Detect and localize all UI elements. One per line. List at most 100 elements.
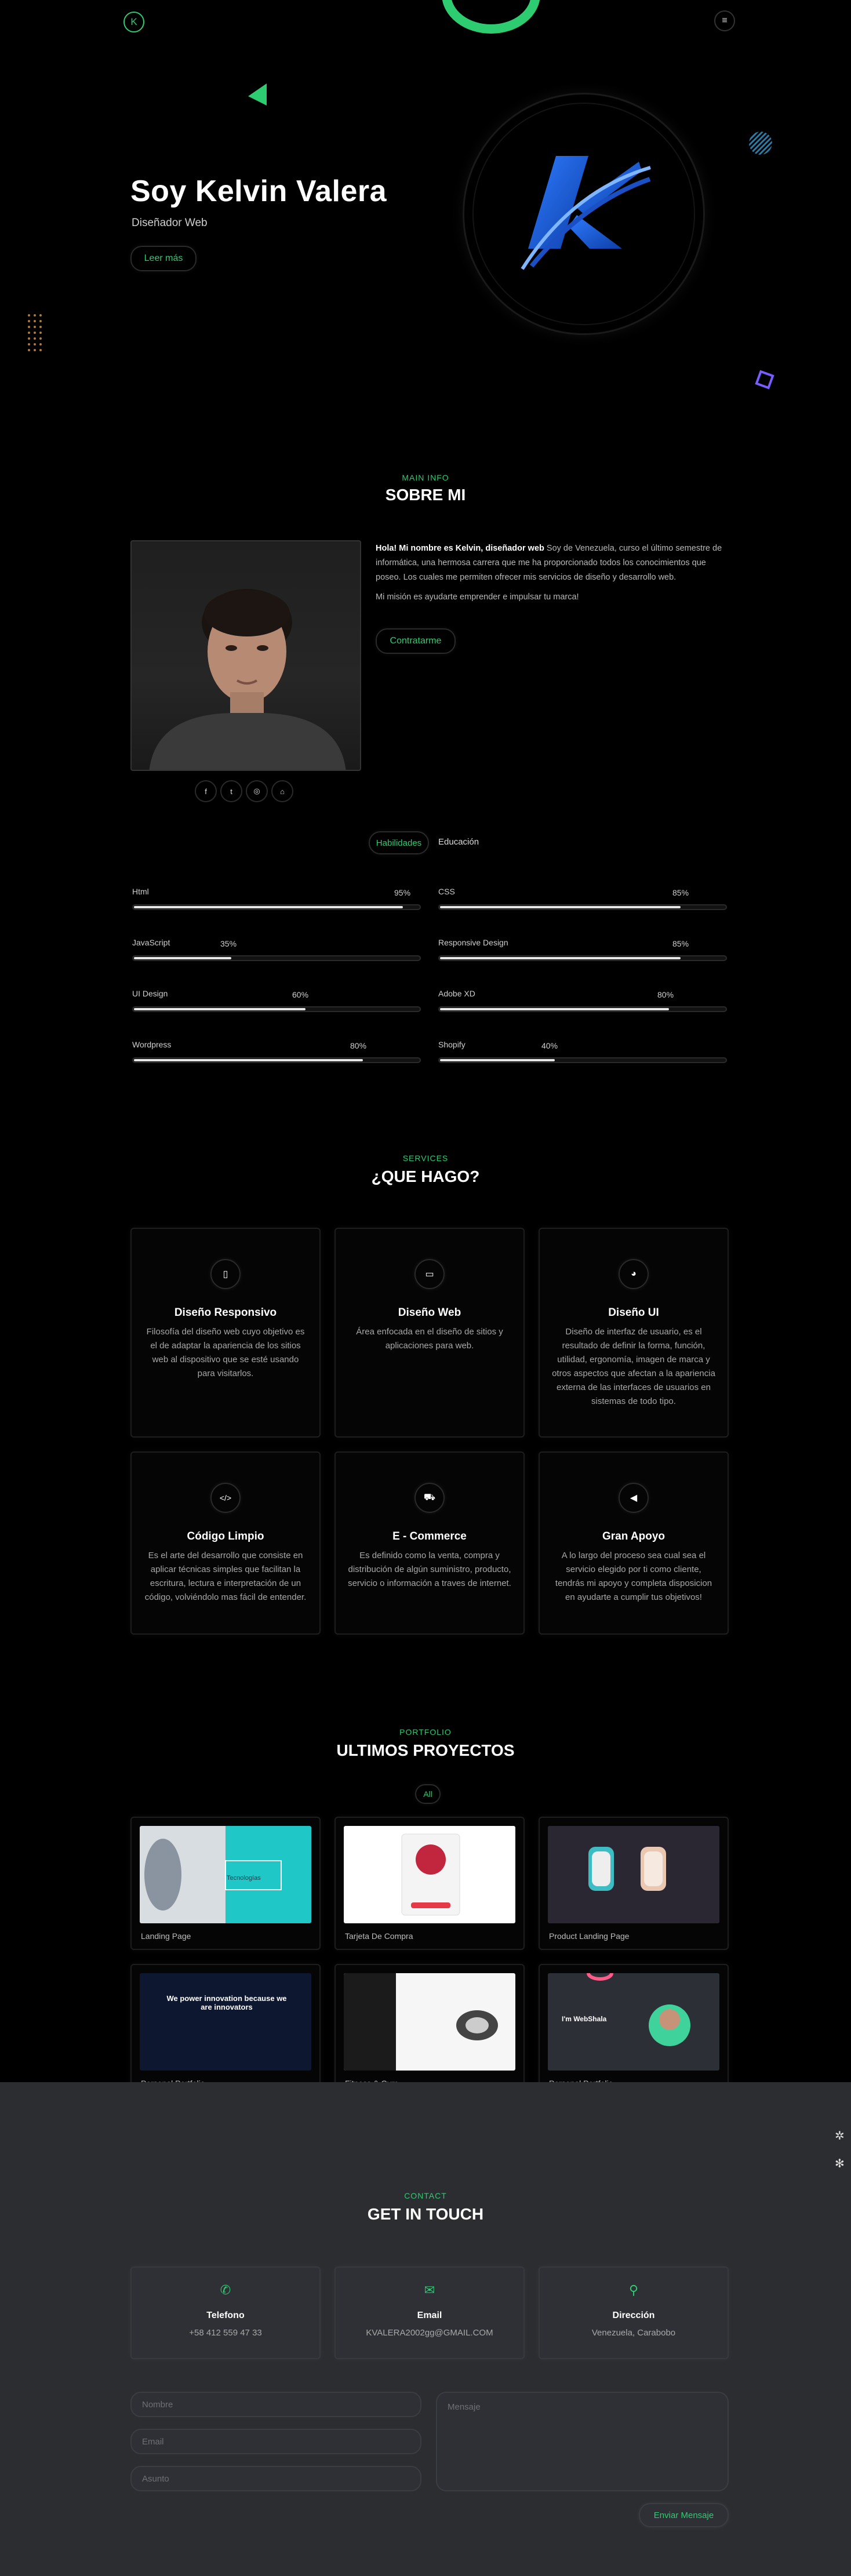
skill-bar	[438, 1006, 727, 1012]
project-card[interactable]: Tarjeta De Compra	[334, 1817, 525, 1950]
portfolio-title: ULTIMOS PROYECTOS	[336, 1741, 515, 1759]
service-title: Diseño UI	[608, 1307, 659, 1319]
service-desc: A lo largo del proceso sea cual sea el s…	[555, 1551, 712, 1602]
filter-all-button[interactable]: All	[415, 1784, 441, 1804]
service-desc: Es el arte del desarrollo que consiste e…	[144, 1551, 307, 1602]
skill-name: Wordpress	[132, 1040, 172, 1049]
menu-icon[interactable]: ≡	[714, 10, 735, 31]
skill-bar-fill	[134, 906, 403, 908]
service-desc: Área enfocada en el diseño de sitios y a…	[356, 1327, 503, 1351]
skill-name: Shopify	[438, 1040, 465, 1049]
skill-bar-fill	[440, 1059, 555, 1061]
services-title: ¿QUE HAGO?	[371, 1167, 480, 1185]
skill-name: CSS	[438, 887, 455, 896]
skill-pct: 80%	[350, 1041, 367, 1050]
facebook-icon[interactable]: f	[195, 780, 217, 802]
about-subtitle: MAIN INFO	[402, 473, 449, 482]
skill-pct: 35%	[220, 939, 237, 948]
send-message-button[interactable]: Enviar Mensaje	[639, 2503, 729, 2527]
about-intro: Hola! Mi nombre es Kelvin, diseñador web…	[376, 541, 725, 585]
contact-card: ✆ Telefono +58 412 559 47 33	[130, 2266, 321, 2359]
skill-name: UI Design	[132, 989, 168, 998]
project-thumb: Tecnologías	[140, 1826, 311, 1923]
skill-name: Adobe XD	[438, 989, 475, 998]
service-card: ◕ Diseño UI Diseño de interfaz de usuari…	[539, 1228, 729, 1438]
skill-pct: 40%	[541, 1041, 558, 1050]
contact-item-title: Email	[417, 2311, 442, 2320]
skill-bar	[132, 955, 421, 961]
code-icon: </>	[210, 1483, 241, 1513]
skill-bar	[132, 1057, 421, 1063]
palette-icon: ◕	[619, 1259, 649, 1289]
decor-purple-square	[755, 370, 774, 390]
skill-bar	[132, 904, 421, 910]
skill-bar-fill	[134, 1008, 306, 1010]
service-card: ▯ Diseño Responsivo Filosofía del diseño…	[130, 1228, 321, 1438]
tab-education[interactable]: Educación	[438, 837, 479, 847]
subject-field[interactable]: Asunto	[130, 2466, 421, 2491]
service-desc: Diseño de interfaz de usuario, es el res…	[552, 1327, 715, 1406]
project-card[interactable]: Fitness & Gym	[334, 1964, 525, 2097]
service-title: E - Commerce	[392, 1530, 467, 1542]
map-pin-icon: ⚲	[628, 2283, 639, 2297]
decor-green-triangle	[248, 83, 267, 105]
project-thumb: We power innovation because we are innov…	[140, 1973, 311, 2071]
hero-name: Soy Kelvin Valera	[130, 174, 387, 208]
header-logo[interactable]: K	[123, 12, 144, 32]
name-field[interactable]: Nombre	[130, 2392, 421, 2417]
contact-card: ✉ Email KVALERA2002gg@GMAIL.COM	[334, 2266, 525, 2359]
project-card[interactable]: I'm WebShala Personal Portfolio	[539, 1964, 729, 2097]
project-thumb	[344, 1826, 515, 1923]
instagram-icon[interactable]: ◎	[246, 780, 268, 802]
project-card[interactable]: We power innovation because we are innov…	[130, 1964, 321, 2097]
skill-bar	[132, 1006, 421, 1012]
decor-striped-circle	[749, 132, 772, 155]
service-card: ◀ Gran Apoyo A lo largo del proceso sea …	[539, 1451, 729, 1635]
settings-icon[interactable]: ✻	[835, 2156, 845, 2171]
project-thumb	[344, 1973, 515, 2071]
skill-pct: 95%	[394, 888, 411, 897]
service-desc: Filosofía del diseño web cuyo objetivo e…	[146, 1327, 305, 1378]
contact-item-value: Venezuela, Carabobo	[591, 2328, 676, 2338]
mobile-icon: ▯	[210, 1259, 241, 1289]
brand-logo	[521, 156, 651, 270]
profile-photo	[130, 540, 361, 771]
github-icon[interactable]: ⌂	[271, 780, 293, 802]
service-title: Gran Apoyo	[602, 1530, 665, 1542]
contact-item-value: KVALERA2002gg@GMAIL.COM	[366, 2328, 493, 2338]
tab-skills[interactable]: Habilidades	[369, 831, 429, 854]
about-mission: Mi misión es ayudarte emprender e impuls…	[376, 592, 579, 602]
message-field[interactable]: Mensaje	[436, 2392, 729, 2491]
project-thumb	[548, 1826, 719, 1923]
project-thumb: I'm WebShala	[548, 1973, 719, 2071]
skill-bar-fill	[440, 957, 681, 959]
logo-letter: K	[130, 16, 137, 27]
project-thumb-text: I'm WebShala	[562, 2015, 607, 2023]
skill-bar	[438, 904, 727, 910]
contact-title: GET IN TOUCH	[367, 2205, 484, 2223]
service-card: </> Código Limpio Es el arte del desarro…	[130, 1451, 321, 1635]
email-field[interactable]: Email	[130, 2429, 421, 2454]
service-title: Código Limpio	[187, 1530, 264, 1542]
portfolio-subtitle: PORTFOLIO	[399, 1727, 452, 1737]
phone-icon: ✆	[220, 2283, 231, 2297]
contact-subtitle: CONTACT	[404, 2191, 447, 2200]
hire-me-button[interactable]: Contratarme	[376, 628, 456, 654]
gear-icon[interactable]: ✲	[835, 2129, 845, 2143]
service-desc: Es definido como la venta, compra y dist…	[348, 1551, 511, 1588]
contact-card: ⚲ Dirección Venezuela, Carabobo	[539, 2266, 729, 2359]
service-title: Diseño Web	[398, 1307, 461, 1319]
service-title: Diseño Responsivo	[174, 1307, 277, 1319]
project-card[interactable]: Product Landing Page	[539, 1817, 729, 1950]
project-caption: Tarjeta De Compra	[345, 1931, 413, 1941]
cart-icon: ⛟	[414, 1483, 445, 1513]
twitter-icon[interactable]: t	[220, 780, 242, 802]
skill-bar	[438, 1057, 727, 1063]
read-more-button[interactable]: Leer más	[130, 246, 197, 271]
contact-item-title: Dirección	[612, 2311, 655, 2320]
laptop-icon: ▭	[414, 1259, 445, 1289]
project-thumb-text: Tecnologías	[227, 1875, 261, 1882]
project-card[interactable]: Tecnologías Landing Page	[130, 1817, 321, 1950]
decor-dot-grid	[28, 314, 42, 351]
skill-bar-fill	[134, 957, 231, 959]
